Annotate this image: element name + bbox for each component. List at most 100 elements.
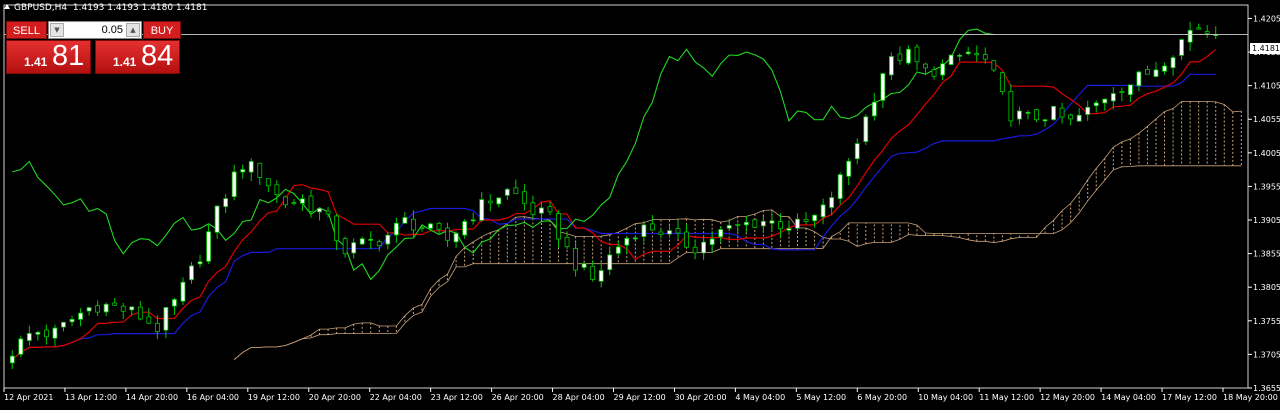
candle-body[interactable]	[812, 214, 817, 222]
candle-body[interactable]	[52, 327, 58, 339]
candle-body[interactable]	[214, 205, 220, 233]
candle-body[interactable]	[846, 160, 852, 177]
candle-body[interactable]	[9, 355, 15, 364]
candle-body[interactable]	[317, 208, 322, 213]
candle-body[interactable]	[419, 227, 425, 230]
candle-body[interactable]	[778, 221, 783, 230]
candle-body[interactable]	[1042, 119, 1048, 122]
candle-body[interactable]	[146, 316, 152, 324]
candle-body[interactable]	[351, 242, 357, 254]
candle-body[interactable]	[820, 204, 826, 218]
decrease-lot-icon[interactable]: ▼	[50, 23, 64, 37]
candle-body[interactable]	[1068, 114, 1074, 120]
candle-body[interactable]	[385, 234, 391, 245]
candle-body[interactable]	[974, 53, 980, 56]
candle-body[interactable]	[231, 171, 237, 198]
candle-body[interactable]	[368, 239, 374, 241]
candle-body[interactable]	[684, 231, 689, 248]
candle-body[interactable]	[1059, 107, 1065, 118]
candle-body[interactable]	[982, 54, 988, 60]
candle-body[interactable]	[1119, 91, 1125, 94]
candle-body[interactable]	[1204, 31, 1210, 34]
candle-body[interactable]	[914, 46, 920, 63]
buy-button[interactable]: BUY	[143, 21, 181, 39]
candle-body[interactable]	[667, 230, 672, 235]
candle-body[interactable]	[692, 246, 698, 254]
candle-body[interactable]	[991, 60, 997, 71]
candle-body[interactable]	[641, 224, 647, 237]
candle-body[interactable]	[300, 198, 305, 204]
candle-body[interactable]	[1102, 98, 1108, 104]
candle-body[interactable]	[795, 218, 800, 229]
candle-body[interactable]	[359, 238, 365, 245]
candle-body[interactable]	[965, 51, 971, 55]
candle-body[interactable]	[1179, 39, 1184, 56]
candle-body[interactable]	[129, 306, 135, 311]
candle-body[interactable]	[1196, 27, 1202, 30]
candle-body[interactable]	[1025, 112, 1031, 114]
candle-body[interactable]	[1017, 110, 1022, 120]
candle-body[interactable]	[240, 169, 246, 173]
candle-body[interactable]	[1153, 69, 1159, 77]
candle-body[interactable]	[658, 231, 664, 235]
candle-body[interactable]	[189, 265, 194, 281]
candle-body[interactable]	[556, 213, 561, 240]
candle-body[interactable]	[735, 224, 741, 227]
candle-body[interactable]	[120, 305, 126, 312]
lot-size-value[interactable]: 0.05	[67, 22, 123, 38]
increase-lot-icon[interactable]: ▲	[126, 23, 140, 37]
candle-body[interactable]	[180, 281, 186, 302]
candle-body[interactable]	[223, 198, 229, 207]
candle-body[interactable]	[607, 254, 613, 271]
candle-body[interactable]	[923, 63, 928, 69]
candle-body[interactable]	[504, 188, 510, 196]
sell-price-button[interactable]: 1.41 81	[6, 40, 91, 74]
candle-body[interactable]	[86, 307, 92, 312]
candle-body[interactable]	[573, 247, 578, 271]
candle-body[interactable]	[931, 69, 937, 77]
collapse-triangle-icon[interactable]	[4, 4, 10, 9]
candle-body[interactable]	[1127, 84, 1133, 96]
candle-body[interactable]	[428, 223, 433, 229]
candle-body[interactable]	[282, 196, 288, 206]
candle-body[interactable]	[632, 237, 638, 240]
candle-body[interactable]	[590, 265, 596, 280]
candle-body[interactable]	[393, 222, 399, 236]
candle-body[interactable]	[709, 238, 715, 245]
candle-body[interactable]	[436, 222, 442, 230]
candle-body[interactable]	[650, 223, 655, 231]
candle-body[interactable]	[61, 321, 66, 328]
candle-body[interactable]	[462, 221, 468, 236]
candle-body[interactable]	[35, 332, 41, 335]
candle-body[interactable]	[325, 210, 331, 215]
candle-body[interactable]	[769, 220, 775, 224]
candle-body[interactable]	[376, 241, 382, 247]
candle-body[interactable]	[547, 206, 553, 213]
candle-body[interactable]	[863, 116, 869, 142]
candle-body[interactable]	[1145, 69, 1150, 75]
candle-body[interactable]	[726, 225, 732, 229]
buy-price-button[interactable]: 1.41 84	[95, 40, 180, 74]
candle-body[interactable]	[624, 237, 630, 246]
candle-body[interactable]	[615, 246, 621, 254]
lot-size-stepper[interactable]: ▼ 0.05 ▲	[48, 21, 142, 39]
candle-body[interactable]	[999, 72, 1005, 92]
candle-body[interactable]	[470, 219, 476, 222]
candle-body[interactable]	[1110, 93, 1116, 102]
candle-body[interactable]	[453, 233, 459, 243]
candle-body[interactable]	[342, 238, 348, 255]
candle-body[interactable]	[103, 303, 109, 313]
candle-body[interactable]	[803, 218, 809, 222]
candle-body[interactable]	[1008, 90, 1014, 122]
candle-body[interactable]	[957, 54, 963, 57]
candle-body[interactable]	[581, 263, 587, 268]
candle-body[interactable]	[1051, 105, 1056, 121]
candle-body[interactable]	[445, 227, 450, 241]
candle-body[interactable]	[718, 229, 724, 238]
candle-body[interactable]	[940, 63, 946, 76]
candle-body[interactable]	[265, 178, 271, 187]
candle-body[interactable]	[26, 333, 32, 341]
candle-body[interactable]	[880, 73, 886, 101]
candle-body[interactable]	[308, 195, 314, 212]
candle-body[interactable]	[163, 307, 169, 331]
